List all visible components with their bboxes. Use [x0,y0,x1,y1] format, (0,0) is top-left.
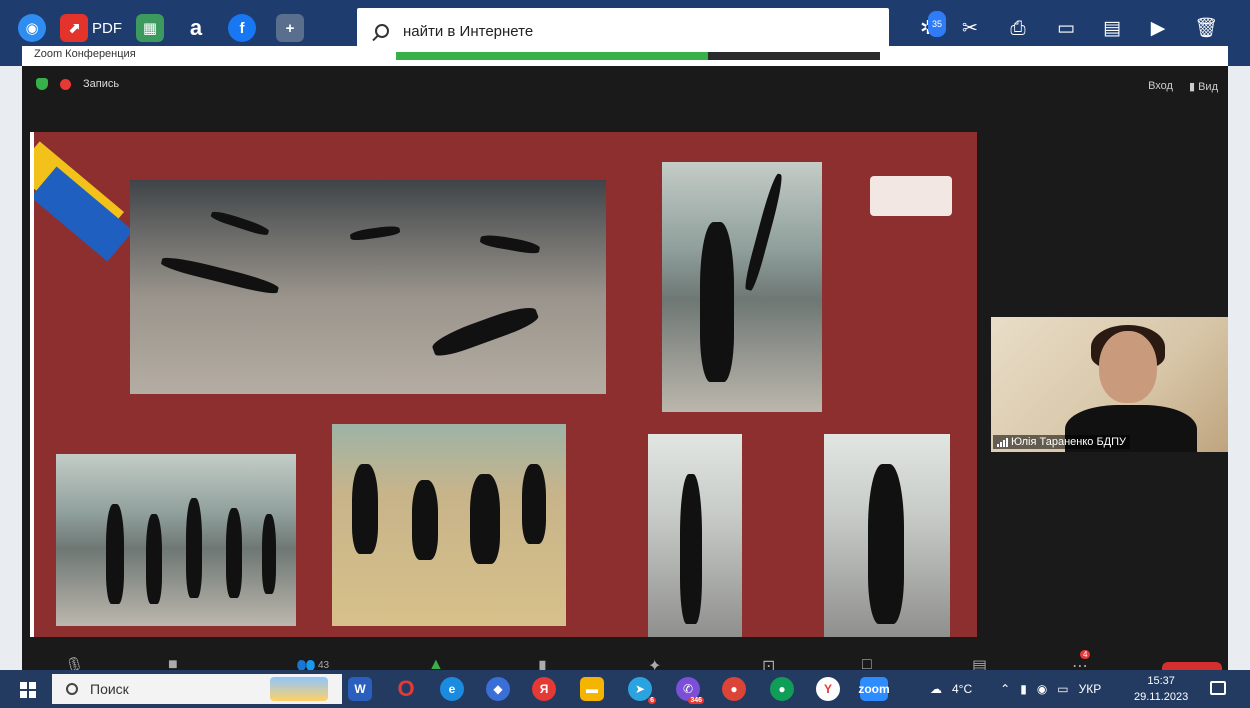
photo-leg-stretch [662,162,822,412]
photo-floor-exercise [130,180,606,394]
telegram-icon[interactable]: ➤ 6 [628,677,656,704]
pdf-icon[interactable]: ⬈ [60,14,88,42]
zoom-window: Zoom Конференция Запись Вход ▮ Вид Юлія … [22,46,1228,682]
bug-badge: 35 [928,11,947,37]
yandex-icon[interactable]: Y [816,677,840,701]
video-icon[interactable]: ▭ [1054,17,1078,41]
add-shortcut-icon[interactable]: + [276,14,304,42]
language-indicator[interactable]: УКР [1079,682,1102,696]
trash-icon[interactable]: 🗑 [1194,17,1218,41]
zoom-window-title: Zoom Конференция [34,48,136,60]
share-progress-bar [396,52,708,60]
participant-name: Юлія Тараненко БДПУ [1011,436,1127,448]
zoom-titlebar: Zoom Конференция [22,46,1228,66]
search-icon [375,24,389,38]
web-search-placeholder: найти в Интернете [403,22,534,40]
university-emblem-icon [870,176,952,216]
chrome-profile-icon[interactable]: ● [770,677,794,701]
photo-group-barre [56,454,296,626]
sheet-icon[interactable]: ▦ [136,14,164,42]
gymnast-figure [160,253,280,297]
weather-temp[interactable]: 4°C [952,682,972,696]
gymnast-figure [352,464,378,554]
gymnast-figure [106,504,124,604]
gymnast-figure [522,464,546,544]
vpn-icon[interactable]: ◉ [1037,682,1047,696]
gymnast-figure [262,514,276,594]
app-blue-icon[interactable]: ◆ [486,677,510,701]
scissors-icon[interactable]: ✂ [958,17,982,41]
search-icon [66,683,78,695]
gymnast-figure [186,498,202,598]
gymnast-figure [412,480,438,560]
participant-name-tag: Юлія Тараненко БДПУ [993,435,1131,449]
participant-face [1099,331,1157,403]
gymnast-figure [868,464,904,624]
opera-icon[interactable]: O [394,676,418,701]
zoom-top-right-links: Вход ▮ Вид [1148,80,1218,93]
view-button[interactable]: ▮ Вид [1189,80,1218,93]
zoom-app-icon[interactable]: zoom [858,677,890,701]
pdf-label[interactable]: PDF [92,20,122,37]
notification-icon[interactable] [1210,681,1226,695]
app-circle-icon[interactable]: ◉ [18,14,46,42]
clock-time: 15:37 [1147,675,1175,687]
participant-video[interactable]: Юлія Тараненко БДПУ [991,317,1228,452]
yandex-browser-icon[interactable]: Я [532,677,556,701]
battery-icon[interactable]: ▭ [1057,682,1068,696]
shared-slide [30,132,977,637]
facebook-icon[interactable]: f [228,14,256,42]
taskbar-search-label: Поиск [90,681,129,697]
windows-taskbar: Поиск W O e ◆ Я ▬ ➤ 6 ✆ 346 ● ● Y zoom ☁ 4… [0,670,1250,708]
file-explorer-icon[interactable]: ▬ [580,677,604,701]
gymnast-figure [742,172,786,292]
gymnast-figure [700,222,734,382]
windows-start-icon[interactable] [20,682,36,698]
viber-icon[interactable]: ✆ 346 [676,677,704,704]
gymnast-figure [146,514,162,604]
gymnast-figure [429,301,541,361]
recording-label: Запись [83,78,120,90]
photo-barre-gymnast [824,434,950,637]
word-icon[interactable]: W [348,677,372,701]
shield-icon[interactable] [36,78,48,90]
gymnast-figure [349,224,401,242]
gymnast-figure [209,208,271,238]
tray-expand-icon[interactable]: ⌃ [1000,682,1010,696]
clock-date: 29.11.2023 [1134,691,1189,703]
taskbar-clock[interactable]: 15:37 29.11.2023 [1134,673,1188,705]
gymnast-figure [479,232,541,256]
signal-strength-icon [997,437,1008,447]
share-progress-remaining [708,52,880,60]
telegram-badge: 6 [648,697,656,704]
screen: ◉ ⬈ PDF ▦ a f + найти в Интернете ✲ 35 ✂… [0,0,1250,708]
taskbar-search[interactable]: Поиск [52,674,342,704]
photo-group-plie [332,424,566,626]
chrome-icon[interactable]: ● [722,677,746,701]
clipboard-icon[interactable]: ▤ [1100,17,1124,41]
system-tray: ☁ 4°C ⌃ ▮ ◉ ▭ УКР [930,670,1101,708]
amazon-icon[interactable]: a [182,14,210,42]
gymnast-figure [470,474,500,564]
bug-icon[interactable]: ✲ 35 [916,11,947,41]
usb-icon[interactable]: ▮ [1020,682,1027,696]
record-icon[interactable] [60,78,71,90]
gymnast-figure [226,508,242,598]
view-label: Вид [1198,81,1218,93]
gymnast-figure [680,474,702,624]
search-highlight-icon [270,677,328,701]
recording-bar: Запись [36,78,119,90]
photo-standing-gymnast [648,434,742,637]
play-icon[interactable]: ▶ [1146,17,1170,41]
weather-icon[interactable]: ☁ [930,682,942,696]
viber-badge: 346 [688,697,704,704]
edge-icon[interactable]: e [440,677,464,701]
enter-button[interactable]: Вход [1148,80,1173,93]
more-badge: 4 [1080,650,1091,659]
printer-icon[interactable]: ⎙ [1006,17,1030,41]
